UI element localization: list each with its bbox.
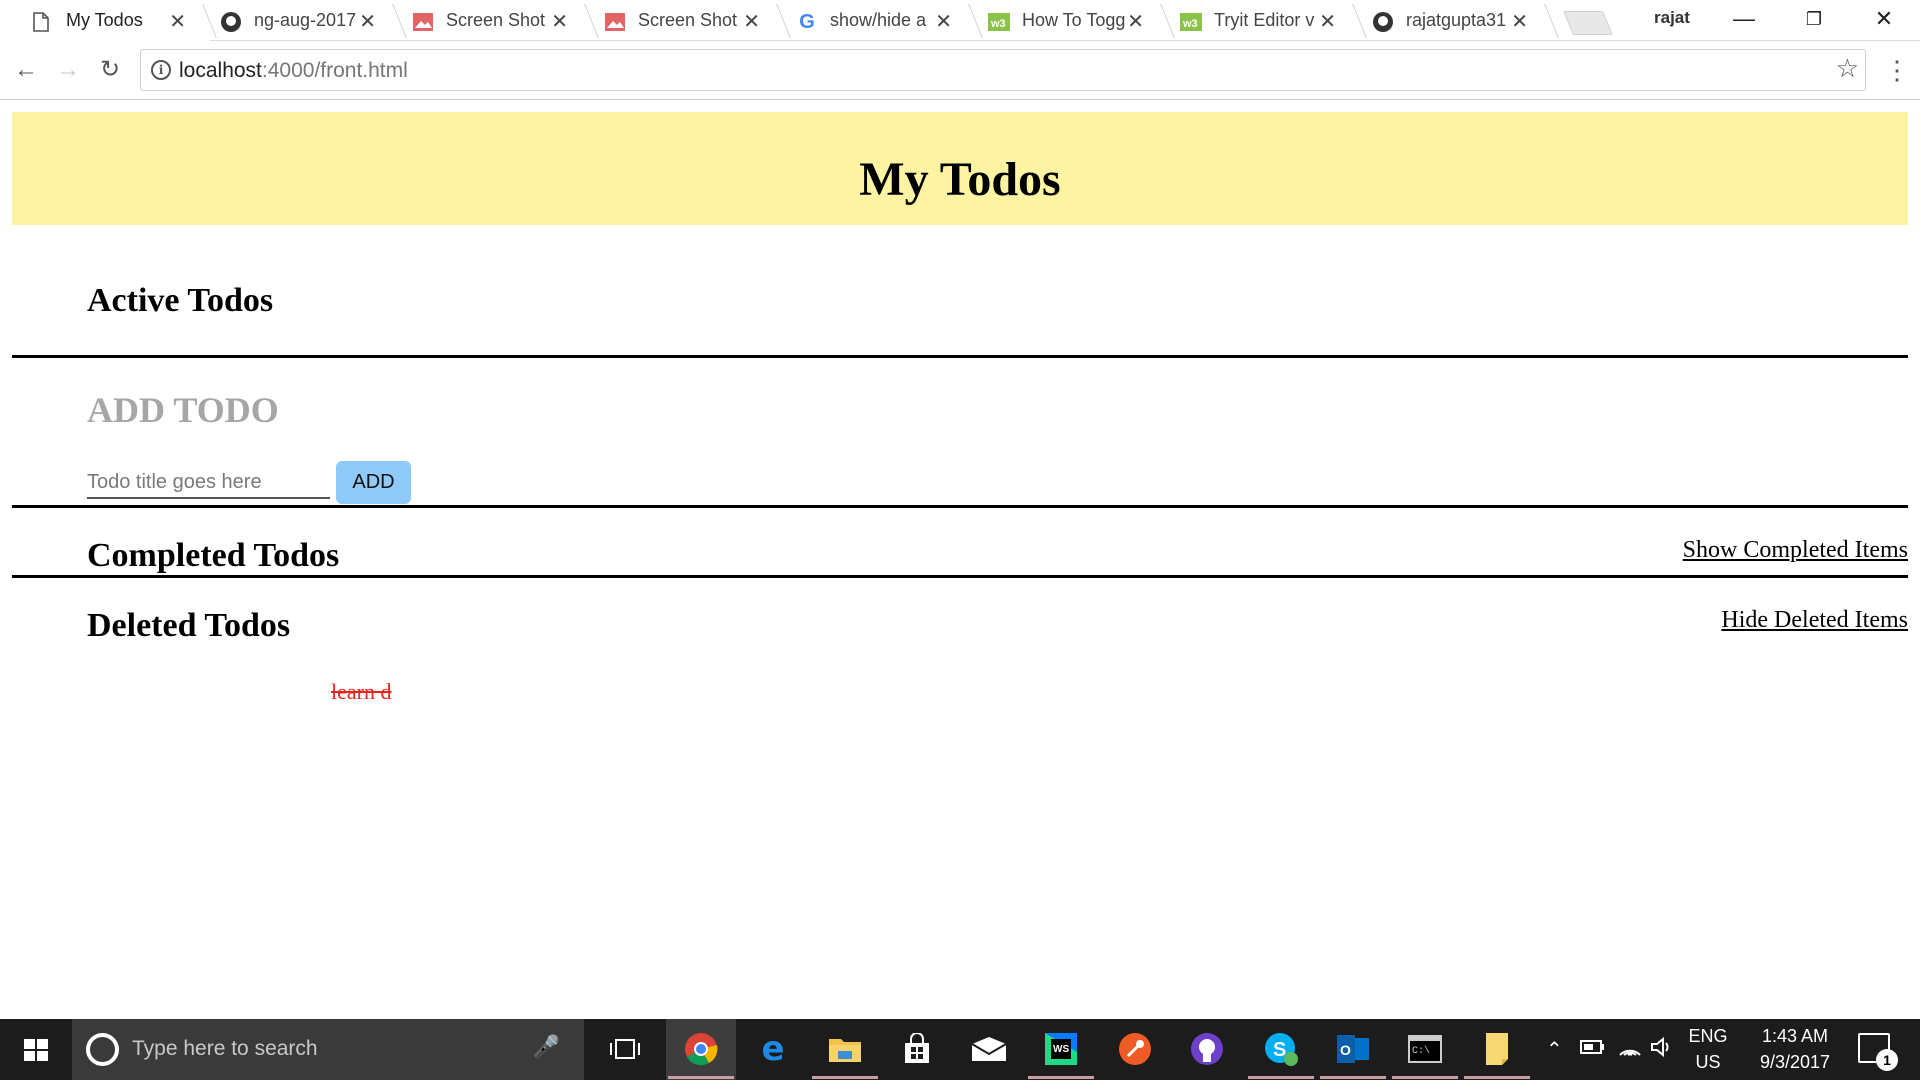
svg-text:w3: w3 — [1182, 18, 1198, 30]
page-content: My Todos Active Todos ADD TODO ADD Compl… — [0, 101, 1920, 1019]
url-text: localhost:4000/front.html — [179, 59, 408, 82]
profile-name[interactable]: rajat — [1654, 8, 1690, 28]
tab-rajatgupta[interactable]: rajatgupta31 ✕ — [1342, 0, 1559, 42]
tab-screen-shot-1[interactable]: Screen Shot ✕ — [382, 0, 599, 42]
active-todos-heading: Active Todos — [87, 282, 274, 319]
clock-date: 9/3/2017 — [1759, 1052, 1831, 1072]
tab-ng-aug[interactable]: ng-aug-2017 ✕ — [190, 0, 407, 42]
sticky-notes-icon[interactable] — [1464, 1028, 1530, 1079]
close-icon[interactable]: ✕ — [1511, 9, 1528, 34]
start-button[interactable] — [0, 1019, 72, 1080]
page-title: My Todos — [859, 153, 1061, 206]
windows-taskbar: Type here to search 🎤 e WS S O C:\ ⌃ ENG… — [0, 1019, 1920, 1080]
tab-title: Screen Shot — [446, 10, 546, 30]
deleted-todos-heading: Deleted Todos — [87, 607, 291, 644]
taskbar-search[interactable]: Type here to search 🎤 — [72, 1019, 584, 1080]
github-icon — [1372, 11, 1394, 33]
divider — [12, 355, 1908, 358]
menu-icon[interactable]: ⋮ — [1884, 50, 1910, 90]
tab-show-hide[interactable]: G show/hide a ✕ — [766, 0, 983, 42]
w3schools-icon: w3 — [988, 11, 1010, 33]
tab-how-to-toggle[interactable]: w3 How To Togg ✕ — [958, 0, 1175, 42]
store-icon[interactable] — [896, 1028, 938, 1070]
tab-title: ng-aug-2017 — [254, 10, 357, 30]
chrome-icon[interactable] — [668, 1028, 734, 1079]
wifi-icon[interactable] — [1618, 1037, 1642, 1063]
info-icon[interactable]: i — [151, 60, 171, 80]
header-banner: My Todos — [12, 112, 1908, 225]
clock[interactable]: 1:43 AM 9/3/2017 — [1740, 1023, 1850, 1075]
close-icon[interactable]: ✕ — [169, 9, 186, 34]
close-icon[interactable]: ✕ — [1127, 9, 1144, 34]
window-close-icon[interactable]: ✕ — [1864, 4, 1904, 34]
battery-icon[interactable] — [1580, 1037, 1604, 1060]
volume-icon[interactable] — [1650, 1036, 1674, 1063]
edge-icon[interactable]: e — [752, 1028, 794, 1070]
chevron-up-icon[interactable]: ⌃ — [1546, 1037, 1563, 1062]
tab-title: My Todos — [66, 10, 143, 30]
tab-my-todos[interactable]: My Todos ✕ — [0, 0, 217, 42]
back-icon[interactable]: ← — [10, 54, 42, 86]
microphone-icon[interactable]: 🎤 — [533, 1034, 560, 1060]
mail-icon[interactable] — [968, 1028, 1010, 1070]
tab-title: rajatgupta31 — [1406, 10, 1507, 30]
todo-title-input[interactable] — [87, 467, 330, 499]
bookmark-star-icon[interactable]: ☆ — [1836, 53, 1859, 84]
page-icon — [30, 11, 52, 33]
divider — [12, 575, 1908, 578]
w3schools-icon: w3 — [1180, 11, 1202, 33]
action-center-icon[interactable]: 1 — [1858, 1033, 1898, 1071]
completed-todos-heading: Completed Todos — [87, 537, 340, 574]
new-tab-button[interactable] — [1563, 11, 1613, 35]
google-icon: G — [799, 10, 815, 33]
terminal-icon[interactable]: C:\ — [1392, 1028, 1458, 1079]
tab-title: Screen Shot — [638, 10, 738, 30]
restore-icon[interactable]: ❐ — [1794, 4, 1834, 34]
svg-text:C:\: C:\ — [1412, 1045, 1430, 1057]
divider — [12, 505, 1908, 508]
tab-title: How To Togg — [1022, 10, 1126, 30]
notification-badge: 1 — [1876, 1049, 1898, 1071]
close-icon[interactable]: ✕ — [935, 9, 952, 34]
tab-screen-shot-2[interactable]: Screen Shot ✕ — [574, 0, 791, 42]
windows-logo-icon — [24, 1039, 48, 1061]
deleted-todo-item: learn d — [331, 679, 392, 704]
close-icon[interactable]: ✕ — [1319, 9, 1336, 34]
close-icon[interactable]: ✕ — [551, 9, 568, 34]
search-placeholder: Type here to search — [132, 1037, 318, 1060]
show-completed-link[interactable]: Show Completed Items — [1683, 537, 1908, 564]
tab-tryit-editor[interactable]: w3 Tryit Editor v ✕ — [1150, 0, 1367, 42]
file-explorer-icon[interactable] — [812, 1028, 878, 1079]
cortana-icon — [86, 1033, 119, 1066]
reload-icon[interactable]: ↻ — [94, 54, 126, 86]
browser-toolbar: ← → ↻ i localhost:4000/front.html ☆ ⋮ — [0, 42, 1920, 100]
github-icon — [220, 11, 242, 33]
tab-title: show/hide a — [830, 10, 927, 30]
add-button[interactable]: ADD — [336, 461, 411, 504]
webstorm-icon[interactable]: WS — [1028, 1028, 1094, 1079]
address-bar[interactable]: i localhost:4000/front.html ☆ — [140, 49, 1866, 91]
github-desktop-icon[interactable] — [1186, 1028, 1228, 1070]
image-icon — [412, 11, 434, 33]
task-view-icon[interactable] — [604, 1028, 646, 1070]
postman-icon[interactable] — [1114, 1028, 1156, 1070]
clock-time: 1:43 AM — [1761, 1026, 1829, 1046]
hide-deleted-link[interactable]: Hide Deleted Items — [1721, 607, 1908, 634]
outlook-icon[interactable]: O — [1320, 1028, 1386, 1079]
minimize-icon[interactable]: — — [1724, 4, 1764, 34]
add-todo-heading: ADD TODO — [87, 390, 279, 430]
forward-icon[interactable]: → — [52, 54, 84, 86]
language-indicator[interactable]: ENG US — [1680, 1023, 1736, 1075]
svg-text:O: O — [1340, 1042, 1351, 1058]
skype-icon[interactable]: S — [1248, 1028, 1314, 1079]
tab-title: Tryit Editor v — [1214, 10, 1315, 30]
browser-tab-strip: My Todos ✕ ng-aug-2017 ✕ Screen Shot ✕ S… — [0, 0, 1920, 42]
image-icon — [604, 11, 626, 33]
close-icon[interactable]: ✕ — [359, 9, 376, 34]
svg-text:WS: WS — [1053, 1044, 1069, 1055]
svg-text:w3: w3 — [990, 18, 1006, 30]
close-icon[interactable]: ✕ — [743, 9, 760, 34]
